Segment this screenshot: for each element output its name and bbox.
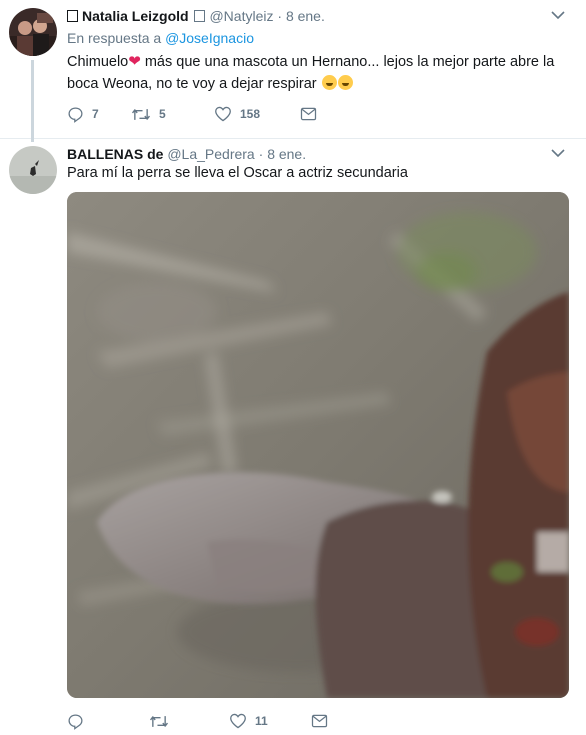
heart-emoji-icon: ❤: [128, 53, 141, 70]
caret-down-icon[interactable]: [551, 10, 565, 20]
tweet-text: Chimuelo❤ más que una mascota un Hernano…: [67, 51, 557, 95]
like-count: 158: [240, 107, 261, 121]
like-count: 11: [255, 714, 268, 728]
avatar[interactable]: [9, 8, 57, 56]
reply-icon: [68, 106, 83, 123]
tweet-header: Natalia Leizgold @Natyleiz · 8 ene.: [67, 7, 556, 25]
message-button[interactable]: [311, 711, 328, 731]
tweet-text: Para mí la perra se lleva el Oscar a act…: [67, 165, 408, 181]
caret-down-icon[interactable]: [551, 148, 565, 158]
laughing-emoji-icon: [337, 75, 353, 90]
tweet-actions: 11: [67, 711, 328, 731]
flag-icon: [67, 10, 78, 22]
tweet-actions: 7 5 158: [67, 104, 317, 124]
timestamp[interactable]: 8 ene.: [267, 146, 306, 162]
like-icon: [230, 713, 246, 729]
reply-mention-link[interactable]: @JoseIgnacio: [165, 30, 254, 46]
separator: ·: [258, 146, 264, 162]
reply-button[interactable]: 7: [67, 104, 131, 124]
like-button[interactable]: 158: [214, 104, 300, 124]
tweet-ballenas[interactable]: BALLENAS de @La_Pedrera · 8 ene. Para mí…: [0, 138, 586, 735]
message-button[interactable]: [300, 104, 317, 124]
tweet-text-part: más que una mascota un Hernano... lejos …: [67, 54, 555, 92]
message-icon: [311, 714, 328, 728]
tweet-natalia[interactable]: Natalia Leizgold @Natyleiz · 8 ene. En r…: [0, 0, 586, 142]
laughing-emoji-icon: [321, 75, 337, 90]
retweet-count: 5: [159, 107, 166, 121]
reply-button[interactable]: [67, 711, 149, 731]
reply-context: En respuesta a @JoseIgnacio: [67, 30, 254, 46]
retweet-button[interactable]: 5: [131, 104, 214, 124]
author-name[interactable]: Natalia Leizgold: [82, 8, 189, 24]
video-thumbnail[interactable]: [67, 192, 569, 698]
avatar[interactable]: [9, 146, 57, 194]
reply-icon: [68, 713, 83, 730]
like-icon: [215, 106, 231, 122]
author-handle[interactable]: @La_Pedrera: [167, 146, 254, 162]
separator: ·: [277, 8, 283, 24]
flag-icon: [194, 10, 206, 22]
author-name[interactable]: BALLENAS de: [67, 146, 163, 162]
message-icon: [300, 107, 317, 121]
reply-prefix: En respuesta a: [67, 30, 162, 46]
author-handle[interactable]: @Natyleiz: [192, 8, 273, 24]
thread-connector: [31, 60, 34, 142]
retweet-icon: [131, 108, 151, 120]
retweet-icon: [149, 715, 169, 727]
timestamp[interactable]: 8 ene.: [286, 8, 325, 24]
reply-count: 7: [92, 107, 99, 121]
tweet-header: BALLENAS de @La_Pedrera · 8 ene.: [67, 145, 556, 163]
retweet-button[interactable]: [149, 711, 229, 731]
tweet-text-part: Chimuelo: [67, 54, 129, 70]
like-button[interactable]: 11: [229, 711, 311, 731]
